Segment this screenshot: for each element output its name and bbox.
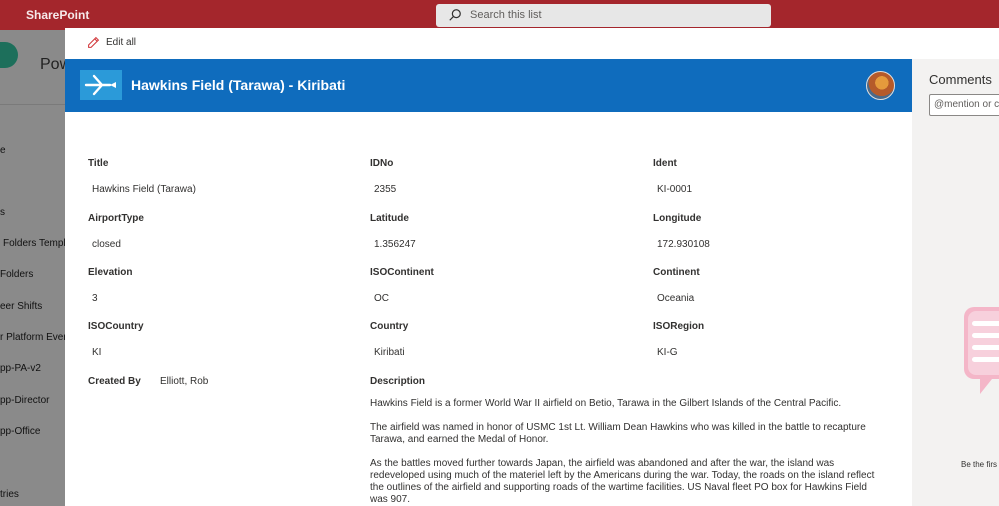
nav-item[interactable]: r Platform Even xyxy=(0,332,69,343)
field-label-created-by: Created By xyxy=(88,376,141,387)
panel-header: Hawkins Field (Tarawa) - Kiribati xyxy=(65,59,912,112)
comments-title-text: Comments xyxy=(929,72,992,87)
field-value-ident[interactable]: KI-0001 xyxy=(657,184,692,195)
nav-item[interactable]: pp-PA-v2 xyxy=(0,363,41,374)
avatar[interactable] xyxy=(866,71,895,100)
field-value-iso-continent[interactable]: OC xyxy=(374,293,389,304)
field-value-airport-type[interactable]: closed xyxy=(92,239,121,250)
field-label-idno: IDNo xyxy=(370,158,394,169)
list-icon xyxy=(80,70,122,100)
field-value-iso-country[interactable]: KI xyxy=(92,347,101,358)
field-label-longitude: Longitude xyxy=(653,213,702,224)
field-value-longitude[interactable]: 172.930108 xyxy=(657,239,710,250)
field-value-created-by[interactable]: Elliott, Rob xyxy=(160,376,208,387)
field-label-continent: Continent xyxy=(653,267,700,278)
search-icon xyxy=(449,9,461,21)
comments-title: Comments xyxy=(929,72,992,87)
field-label-iso-country: ISOCountry xyxy=(88,321,144,332)
nav-item[interactable]: pp-Director xyxy=(0,395,49,406)
field-label-airport-type: AirportType xyxy=(88,213,144,224)
nav-item[interactable]: pp-Office xyxy=(0,426,40,437)
comments-pane: Comments @mention or c Be the firs xyxy=(912,59,999,506)
edit-all-label: Edit all xyxy=(106,37,137,48)
field-label-country: Country xyxy=(370,321,409,332)
item-title: Hawkins Field (Tarawa) - Kiribati xyxy=(131,77,346,93)
field-value-latitude[interactable]: 1.356247 xyxy=(374,239,416,250)
pencil-icon xyxy=(88,36,100,48)
field-value-description[interactable]: Hawkins Field is a former World War II a… xyxy=(370,398,885,506)
nav-item[interactable]: eer Shifts xyxy=(0,301,42,312)
description-paragraph: The airfield was named in honor of USMC … xyxy=(370,422,866,445)
command-bar: Edit all xyxy=(65,28,912,59)
nav-item[interactable]: Folders Templ xyxy=(3,238,66,249)
field-label-elevation: Elevation xyxy=(88,267,133,278)
description-paragraph: Hawkins Field is a former World War II a… xyxy=(370,398,842,409)
field-value-idno[interactable]: 2355 xyxy=(374,184,396,195)
comment-input[interactable]: @mention or c xyxy=(929,94,999,116)
field-label-iso-region: ISORegion xyxy=(653,321,705,332)
field-label-ident: Ident xyxy=(653,158,677,169)
field-value-elevation[interactable]: 3 xyxy=(92,293,98,304)
field-label-latitude: Latitude xyxy=(370,213,409,224)
left-nav: e s Folders Templ Folders eer Shifts r P… xyxy=(0,30,69,506)
field-value-continent[interactable]: Oceania xyxy=(657,293,694,304)
field-label-description: Description xyxy=(370,376,426,387)
description-paragraph: As the battles moved further towards Jap… xyxy=(370,458,875,505)
item-panel: Edit all Hawkins Field (Tarawa) - Kiriba… xyxy=(65,28,999,506)
edit-all-button[interactable]: Edit all xyxy=(87,36,136,49)
search-placeholder: Search this list xyxy=(470,9,542,21)
field-value-country[interactable]: Kiribati xyxy=(374,347,405,358)
nav-item[interactable]: tries xyxy=(0,489,19,500)
comments-empty-text: Be the firs xyxy=(961,460,998,469)
field-label-iso-continent: ISOContinent xyxy=(370,267,434,278)
field-value-iso-region[interactable]: KI-G xyxy=(657,347,678,358)
nav-item[interactable]: s xyxy=(0,207,5,218)
nav-item[interactable]: e xyxy=(0,145,6,156)
comments-illustration-icon xyxy=(964,307,999,394)
nav-item[interactable]: Folders xyxy=(0,269,33,280)
suite-bar: SharePoint Search this list xyxy=(0,0,999,30)
app-brand[interactable]: SharePoint xyxy=(26,8,89,22)
airplane-icon xyxy=(84,74,116,96)
field-label-title: Title xyxy=(88,158,109,169)
field-value-title[interactable]: Hawkins Field (Tarawa) xyxy=(92,184,196,195)
search-box[interactable]: Search this list xyxy=(436,4,771,27)
